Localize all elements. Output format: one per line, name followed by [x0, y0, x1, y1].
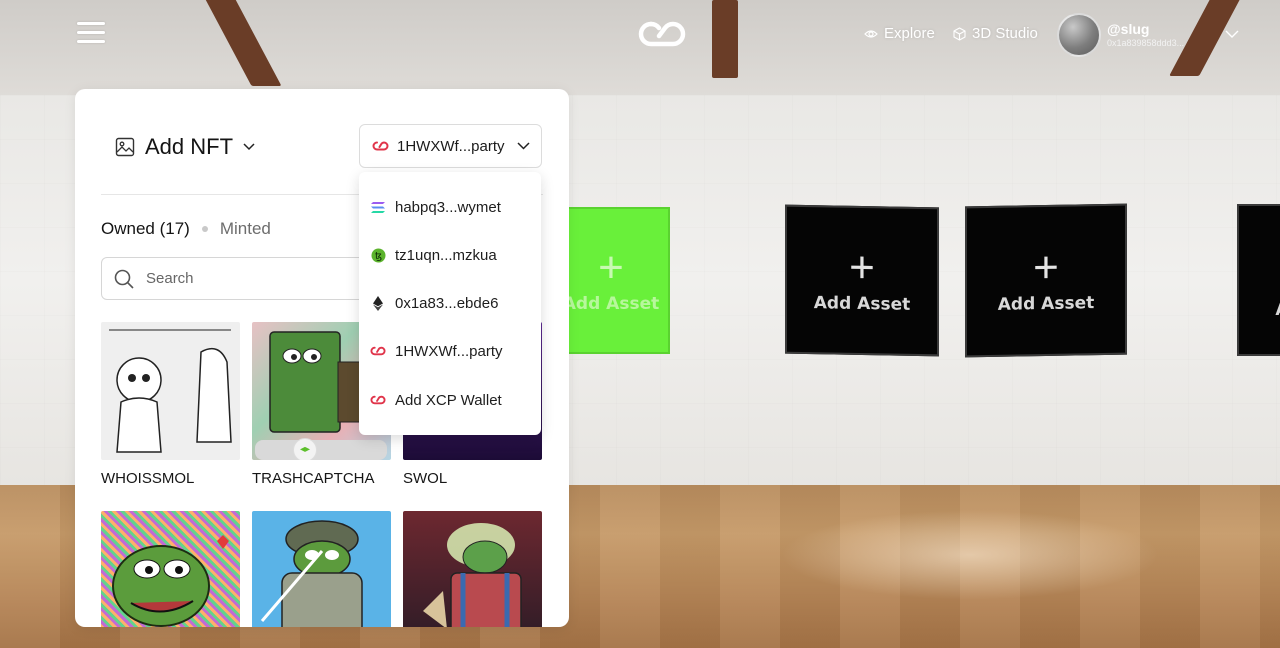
xcp-icon: [370, 343, 386, 359]
nft-tabs: Owned (17) Minted: [101, 219, 271, 239]
search-icon: [114, 269, 134, 289]
user-menu[interactable]: @slug 0x1a839858ddd3...: [1057, 12, 1247, 58]
nft-thumbnail: [252, 511, 391, 627]
nft-card[interactable]: [101, 511, 240, 627]
panel-type-selector[interactable]: Add NFT: [115, 134, 255, 160]
nav-explore[interactable]: Explore: [864, 25, 935, 42]
wallet-option-label: Add XCP Wallet: [395, 391, 502, 409]
nft-thumbnail: [101, 322, 240, 460]
floor-light: [780, 510, 1160, 600]
explore-label: Explore: [884, 25, 935, 42]
wallet-option-solana[interactable]: habpq3...wymet: [359, 183, 541, 231]
nft-name: WHOISSMOL: [101, 470, 195, 487]
add-asset-frame[interactable]: + Add Asset: [785, 204, 939, 357]
tezos-icon: ꜩ: [370, 247, 386, 263]
add-asset-label: Add Asset: [813, 292, 911, 315]
hamburger-menu-icon[interactable]: [77, 22, 105, 46]
avatar: [1057, 13, 1101, 57]
panel-title: Add NFT: [145, 134, 234, 159]
ceiling-beam: [712, 0, 738, 78]
nft-name: TRASHCAPTCHA: [252, 470, 375, 487]
wallet-option-label: 0x1a83...ebde6: [395, 294, 499, 312]
eye-icon: [864, 29, 878, 38]
wallet-dropdown-menu: habpq3...wymet ꜩ tz1uqn...mzkua 0x1a83..…: [359, 172, 541, 435]
menu-line: [77, 31, 105, 34]
cube-icon: [953, 26, 966, 41]
nft-name: SWOL: [403, 470, 448, 487]
chevron-down-icon: [243, 143, 255, 151]
wallet-select[interactable]: 1HWXWf...party: [359, 124, 542, 168]
nav-3d-studio[interactable]: 3D Studio: [953, 25, 1038, 42]
nft-thumbnail: [101, 511, 240, 627]
add-asset-frame[interactable]: + Add Asset: [552, 207, 670, 354]
wallet-option-ethereum[interactable]: 0x1a83...ebde6: [359, 279, 541, 327]
menu-line: [77, 22, 105, 25]
plus-icon: +: [1033, 242, 1059, 292]
plus-icon: +: [598, 242, 624, 292]
image-icon: [115, 137, 135, 157]
user-address: 0x1a839858ddd3...: [1107, 38, 1185, 48]
add-asset-frame[interactable]: A: [1237, 204, 1280, 356]
nft-card[interactable]: [403, 511, 542, 627]
menu-line: [77, 40, 105, 43]
wallet-option-label: tz1uqn...mzkua: [395, 246, 497, 264]
xcp-icon: [370, 392, 386, 408]
compare-slider[interactable]: ◂▸: [255, 438, 387, 460]
nft-card[interactable]: [252, 511, 391, 627]
tab-owned[interactable]: Owned (17): [101, 219, 190, 239]
wallet-select-label: 1HWXWf...party: [397, 137, 505, 155]
chevron-down-icon: [1225, 30, 1239, 38]
wallet-option-xcp[interactable]: 1HWXWf...party: [359, 327, 541, 375]
tab-minted[interactable]: Minted: [220, 219, 271, 239]
logo-icon[interactable]: [637, 20, 687, 48]
ethereum-icon: [370, 295, 386, 311]
chevron-down-icon: [516, 142, 530, 150]
add-asset-label: Add Asset: [562, 293, 660, 314]
nft-thumbnail: [403, 511, 542, 627]
add-asset-label: A: [1275, 300, 1280, 320]
plus-icon: +: [849, 242, 875, 292]
wallet-option-tezos[interactable]: ꜩ tz1uqn...mzkua: [359, 231, 541, 279]
tab-separator: [201, 226, 208, 232]
add-asset-frame[interactable]: + Add Asset: [965, 203, 1127, 358]
add-xcp-wallet-option[interactable]: Add XCP Wallet: [359, 376, 541, 424]
solana-icon: [370, 199, 386, 215]
slider-handle-icon[interactable]: ◂▸: [293, 438, 317, 460]
studio-label: 3D Studio: [972, 25, 1038, 42]
nft-card[interactable]: WHOISSMOL: [101, 322, 240, 487]
svg-text:ꜩ: ꜩ: [374, 251, 381, 262]
add-asset-label: Add Asset: [997, 292, 1095, 315]
wallet-option-label: 1HWXWf...party: [395, 342, 503, 360]
user-handle: @slug: [1107, 21, 1150, 37]
wallet-option-label: habpq3...wymet: [395, 198, 501, 216]
xcp-icon: [372, 141, 389, 151]
